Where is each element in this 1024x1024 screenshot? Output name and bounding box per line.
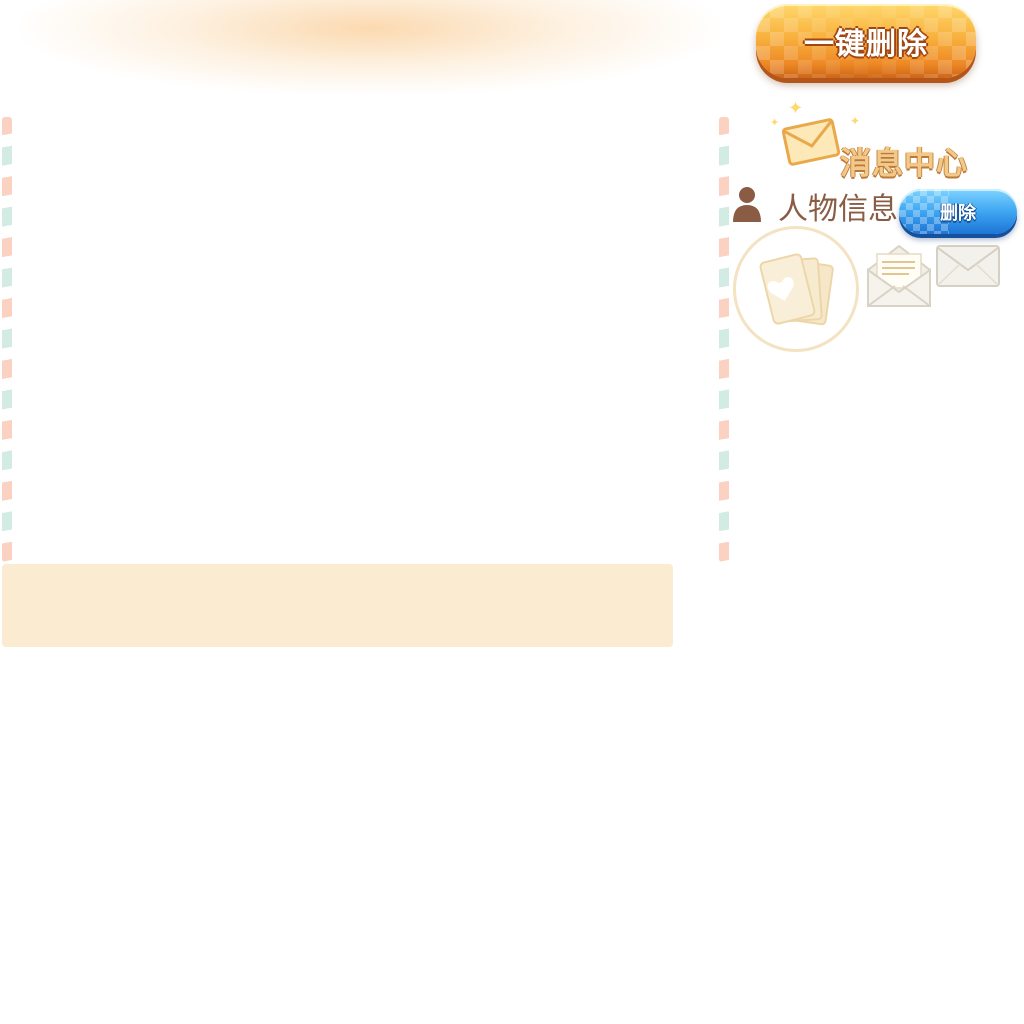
delete-all-button[interactable]: 一键删除 xyxy=(756,4,976,78)
sparkle-icon: ✦ xyxy=(788,98,804,119)
envelope-icon xyxy=(781,118,841,166)
sparkle-icon: ✦ xyxy=(850,114,861,128)
message-center-title: ✦ ✦ ✦ 消息中心 xyxy=(762,98,982,182)
top-glow-decoration xyxy=(20,0,720,95)
sparkle-icon: ✦ xyxy=(770,116,780,129)
message-center-label: 消息中心 xyxy=(840,146,968,182)
delete-label: 删除 xyxy=(940,202,976,224)
open-envelope-icon xyxy=(867,244,931,307)
person-info-label: 人物信息 xyxy=(778,192,898,227)
closed-envelope-icon xyxy=(936,245,1000,287)
playing-cards-icon xyxy=(759,253,834,326)
airmail-border-right xyxy=(719,117,729,562)
bottom-panel xyxy=(2,564,673,647)
person-icon xyxy=(733,187,761,222)
delete-all-label: 一键删除 xyxy=(804,27,928,62)
avatar xyxy=(733,226,859,352)
airmail-border-left xyxy=(2,117,12,562)
delete-button[interactable]: 删除 xyxy=(899,189,1017,234)
